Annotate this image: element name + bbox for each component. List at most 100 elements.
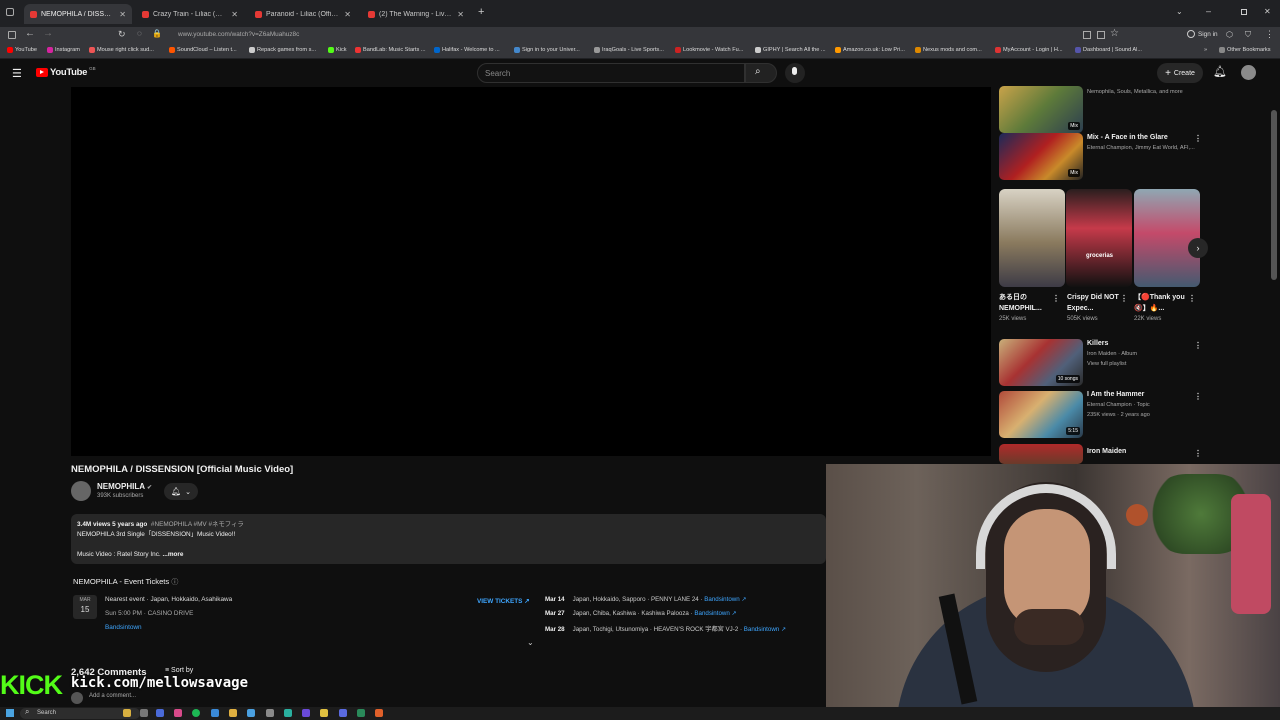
account-avatar[interactable] — [1241, 65, 1256, 80]
more-options-icon[interactable]: ⋮ — [1188, 294, 1196, 303]
taskbar-search[interactable]: Search — [20, 708, 140, 719]
reload-icon[interactable]: ↻ — [118, 29, 126, 40]
bookmark-kick[interactable]: Kick — [328, 47, 347, 53]
back-icon[interactable]: ← — [25, 28, 35, 39]
extensions-puzzle-icon[interactable]: ⬡ — [1226, 30, 1233, 39]
short-title[interactable]: Crispy Did NOT Expec... — [1067, 292, 1123, 314]
menu-icon[interactable]: ⋮ — [1265, 29, 1274, 40]
sidebar-thumbnail[interactable]: 5:15 — [999, 391, 1083, 438]
view-full-playlist-link[interactable]: View full playlist — [1087, 361, 1126, 367]
bookmark-instagram[interactable]: Instagram — [47, 47, 80, 53]
short-title[interactable]: 【🔴Thank you 🔇】🔥... — [1134, 292, 1190, 314]
bookmark-repack[interactable]: Repack games from s... — [249, 47, 316, 53]
close-tab-icon[interactable]: ✕ — [231, 10, 238, 19]
create-button[interactable]: + Create — [1157, 63, 1203, 83]
more-options-icon[interactable]: ⋮ — [1194, 449, 1202, 458]
spotify-icon[interactable] — [192, 709, 200, 717]
maximize-icon[interactable] — [1241, 9, 1247, 15]
close-tab-icon[interactable]: ✕ — [119, 10, 126, 19]
voice-search-button[interactable] — [785, 63, 805, 83]
app-icon[interactable] — [357, 709, 365, 717]
notifications-bell-icon[interactable]: 🔔︎ — [1213, 65, 1227, 78]
bookmark-youtube[interactable]: YouTube — [7, 47, 37, 53]
sidebar-item-title[interactable]: Killers — [1087, 340, 1108, 347]
close-tab-icon[interactable]: ✕ — [344, 10, 351, 19]
other-bookmarks[interactable]: Other Bookmarks — [1219, 47, 1271, 53]
close-window-icon[interactable]: ✕ — [1264, 7, 1271, 16]
extension-icon[interactable] — [1083, 31, 1091, 39]
channel-name[interactable]: NEMOPHILA ✔ — [97, 482, 152, 491]
tab-actions-icon[interactable] — [6, 8, 14, 16]
more-options-icon[interactable]: ⋮ — [1194, 341, 1202, 350]
short-thumbnail[interactable]: grocerias — [1066, 189, 1132, 287]
reader-icon[interactable] — [1097, 31, 1105, 39]
bookmark-giphy[interactable]: GIPHY | Search All the ... — [755, 47, 826, 53]
more-options-icon[interactable]: ⋮ — [1120, 294, 1128, 303]
url-field[interactable]: www.youtube.com/watch?v=Z6aMuahuz8c — [178, 31, 299, 38]
new-tab-icon[interactable]: + — [478, 6, 484, 18]
short-thumbnail[interactable] — [999, 189, 1065, 287]
app-icon[interactable] — [320, 709, 328, 717]
app-icon[interactable] — [266, 709, 274, 717]
bookmark-nexus[interactable]: Nexus mods and com... — [915, 47, 982, 53]
close-tab-icon[interactable]: ✕ — [457, 10, 464, 19]
sidebar-thumbnail[interactable]: Mix — [999, 133, 1083, 180]
app-icon[interactable] — [211, 709, 219, 717]
file-explorer-icon[interactable] — [229, 709, 237, 717]
minimize-icon[interactable]: – — [1206, 6, 1211, 16]
search-input[interactable]: Search — [477, 63, 745, 83]
description-box[interactable]: 3.4M views 5 years ago #NEMOPHILA #MV #ネ… — [71, 514, 826, 564]
sidebar-item-title[interactable]: I Am the Hammer — [1087, 391, 1144, 398]
bookmark-star-icon[interactable]: ☆ — [1110, 28, 1119, 39]
task-view-icon[interactable] — [140, 709, 148, 717]
more-options-icon[interactable]: ⋮ — [1052, 294, 1060, 303]
app-icon[interactable] — [156, 709, 164, 717]
search-button[interactable]: ⌕ — [745, 63, 777, 83]
bandsintown-link[interactable]: Bandsintown — [105, 624, 142, 631]
bookmark-amazon[interactable]: Amazon.co.uk: Low Pri... — [835, 47, 905, 53]
bookmark-university[interactable]: Sign in to your Univer... — [514, 47, 580, 53]
more-options-icon[interactable]: ⋮ — [1194, 134, 1202, 143]
tab-the-warning[interactable]: (2) The Warning - Live from Pep ✕ — [362, 4, 470, 24]
shield-icon[interactable]: ⛉ — [1245, 30, 1251, 40]
hashtags[interactable]: #NEMOPHILA #MV #ネモフィラ — [151, 521, 244, 528]
short-title[interactable]: ある日の NEMOPHIL... — [999, 292, 1055, 314]
bookmark-halifax[interactable]: Halifax - Welcome to ... — [434, 47, 500, 53]
forward-icon[interactable]: → — [43, 28, 53, 39]
sidebar-toggle-icon[interactable] — [8, 31, 16, 39]
widgets-icon[interactable] — [123, 709, 131, 717]
youtube-logo[interactable]: YouTube GB — [36, 66, 96, 78]
more-link[interactable]: ...more — [163, 551, 184, 558]
start-menu-icon[interactable] — [6, 709, 14, 717]
bookmark-bandlab[interactable]: BandLab: Music Starts ... — [355, 47, 426, 53]
sort-by-button[interactable]: ≡ Sort by — [165, 667, 193, 674]
video-player[interactable] — [71, 87, 991, 456]
app-icon[interactable] — [339, 709, 347, 717]
bookmarks-overflow-icon[interactable]: » — [1204, 47, 1207, 53]
sign-in-button[interactable]: Sign in — [1198, 31, 1218, 38]
profile-icon[interactable] — [1187, 30, 1195, 38]
add-comment-input[interactable]: Add a comment... — [89, 693, 136, 699]
tab-nemophila[interactable]: NEMOPHILA / DISSENSION [Off ✕ — [24, 4, 132, 24]
sidebar-thumbnail[interactable] — [999, 444, 1083, 464]
short-thumbnail[interactable] — [1134, 189, 1200, 287]
browser-app-icon[interactable] — [375, 709, 383, 717]
tab-crazy-train[interactable]: Crazy Train - Liliac (Official Cove ✕ — [136, 4, 244, 24]
bookmark-mouse[interactable]: Mouse right click sud... — [89, 47, 154, 53]
bookmark-lookmovie[interactable]: Lookmovie - Watch Fu... — [675, 47, 743, 53]
expand-chevron-icon[interactable]: ⌄ — [527, 638, 534, 647]
tab-paranoid[interactable]: Paranoid - Liliac (Official Cover ✕ — [249, 4, 357, 24]
view-tickets-button[interactable]: VIEW TICKETS ↗ — [477, 597, 530, 605]
app-icon[interactable] — [302, 709, 310, 717]
channel-avatar[interactable] — [71, 481, 91, 501]
sidebar-item-title[interactable]: Iron Maiden — [1087, 448, 1126, 455]
bookmark-dashboard[interactable]: Dashboard | Sound Al... — [1075, 47, 1142, 53]
bookmark-soundcloud[interactable]: SoundCloud – Listen t... — [169, 47, 237, 53]
page-scrollbar[interactable] — [1271, 110, 1277, 280]
app-icon[interactable] — [284, 709, 292, 717]
bandsintown-link[interactable]: Bandsintown ↗ — [744, 626, 786, 633]
sidebar-item-title[interactable]: Mix - A Face in the Glare — [1087, 134, 1168, 141]
site-info-icon[interactable]: ◌ — [137, 29, 142, 38]
bandsintown-link[interactable]: Bandsintown ↗ — [694, 610, 736, 617]
app-icon[interactable] — [174, 709, 182, 717]
